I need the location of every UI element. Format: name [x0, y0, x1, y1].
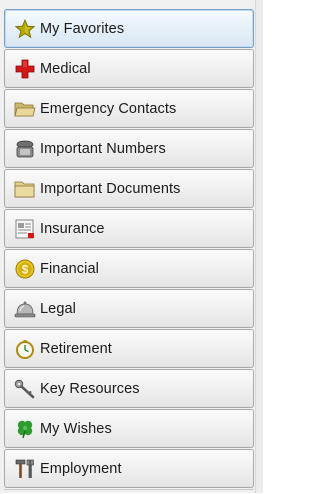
sidebar-item-label: Important Numbers	[40, 140, 166, 157]
sidebar-item-label: My Favorites	[40, 20, 125, 37]
sidebar-item-legal[interactable]: Legal	[4, 289, 254, 328]
open-folder-icon	[14, 98, 36, 120]
service-bell-icon	[14, 298, 36, 320]
sidebar-item-my-wishes[interactable]: My Wishes	[4, 409, 254, 448]
document-icon	[14, 218, 36, 240]
telephone-icon	[14, 138, 36, 160]
sidebar-item-retirement[interactable]: Retirement	[4, 329, 254, 368]
sidebar-item-emergency-contacts[interactable]: Emergency Contacts	[4, 89, 254, 128]
medical-cross-icon	[14, 58, 36, 80]
sidebar-item-label: Retirement	[40, 340, 112, 357]
sidebar-item-financial[interactable]: $ Financial	[4, 249, 254, 288]
star-icon	[14, 18, 36, 40]
sidebar-item-label: Emergency Contacts	[40, 100, 177, 117]
list-bottom-edge	[4, 489, 254, 494]
four-leaf-clover-icon	[14, 418, 36, 440]
sidebar-item-label: Important Documents	[40, 180, 181, 197]
tools-icon	[14, 458, 36, 480]
key-icon	[14, 378, 36, 400]
sidebar-item-label: Financial	[40, 260, 99, 277]
dollar-coin-icon: $	[14, 258, 36, 280]
pocket-watch-icon	[14, 338, 36, 360]
sidebar: My Favorites Medical Emergency Contacts	[0, 0, 263, 493]
sidebar-item-insurance[interactable]: Insurance	[4, 209, 254, 248]
sidebar-item-key-resources[interactable]: Key Resources	[4, 369, 254, 408]
sidebar-item-label: Key Resources	[40, 380, 140, 397]
sidebar-item-label: My Wishes	[40, 420, 112, 437]
sidebar-item-label: Insurance	[40, 220, 105, 237]
folder-icon	[14, 178, 36, 200]
sidebar-item-label: Legal	[40, 300, 76, 317]
sidebar-item-important-documents[interactable]: Important Documents	[4, 169, 254, 208]
nav-list: My Favorites Medical Emergency Contacts	[4, 9, 254, 489]
sidebar-item-label: Employment	[40, 460, 122, 477]
svg-text:$: $	[22, 262, 29, 276]
sidebar-item-important-numbers[interactable]: Important Numbers	[4, 129, 254, 168]
sidebar-item-label: Medical	[40, 60, 91, 77]
scrollbar-track[interactable]	[255, 0, 263, 493]
sidebar-item-my-favorites[interactable]: My Favorites	[4, 9, 254, 48]
sidebar-item-medical[interactable]: Medical	[4, 49, 254, 88]
sidebar-item-employment[interactable]: Employment	[4, 449, 254, 488]
